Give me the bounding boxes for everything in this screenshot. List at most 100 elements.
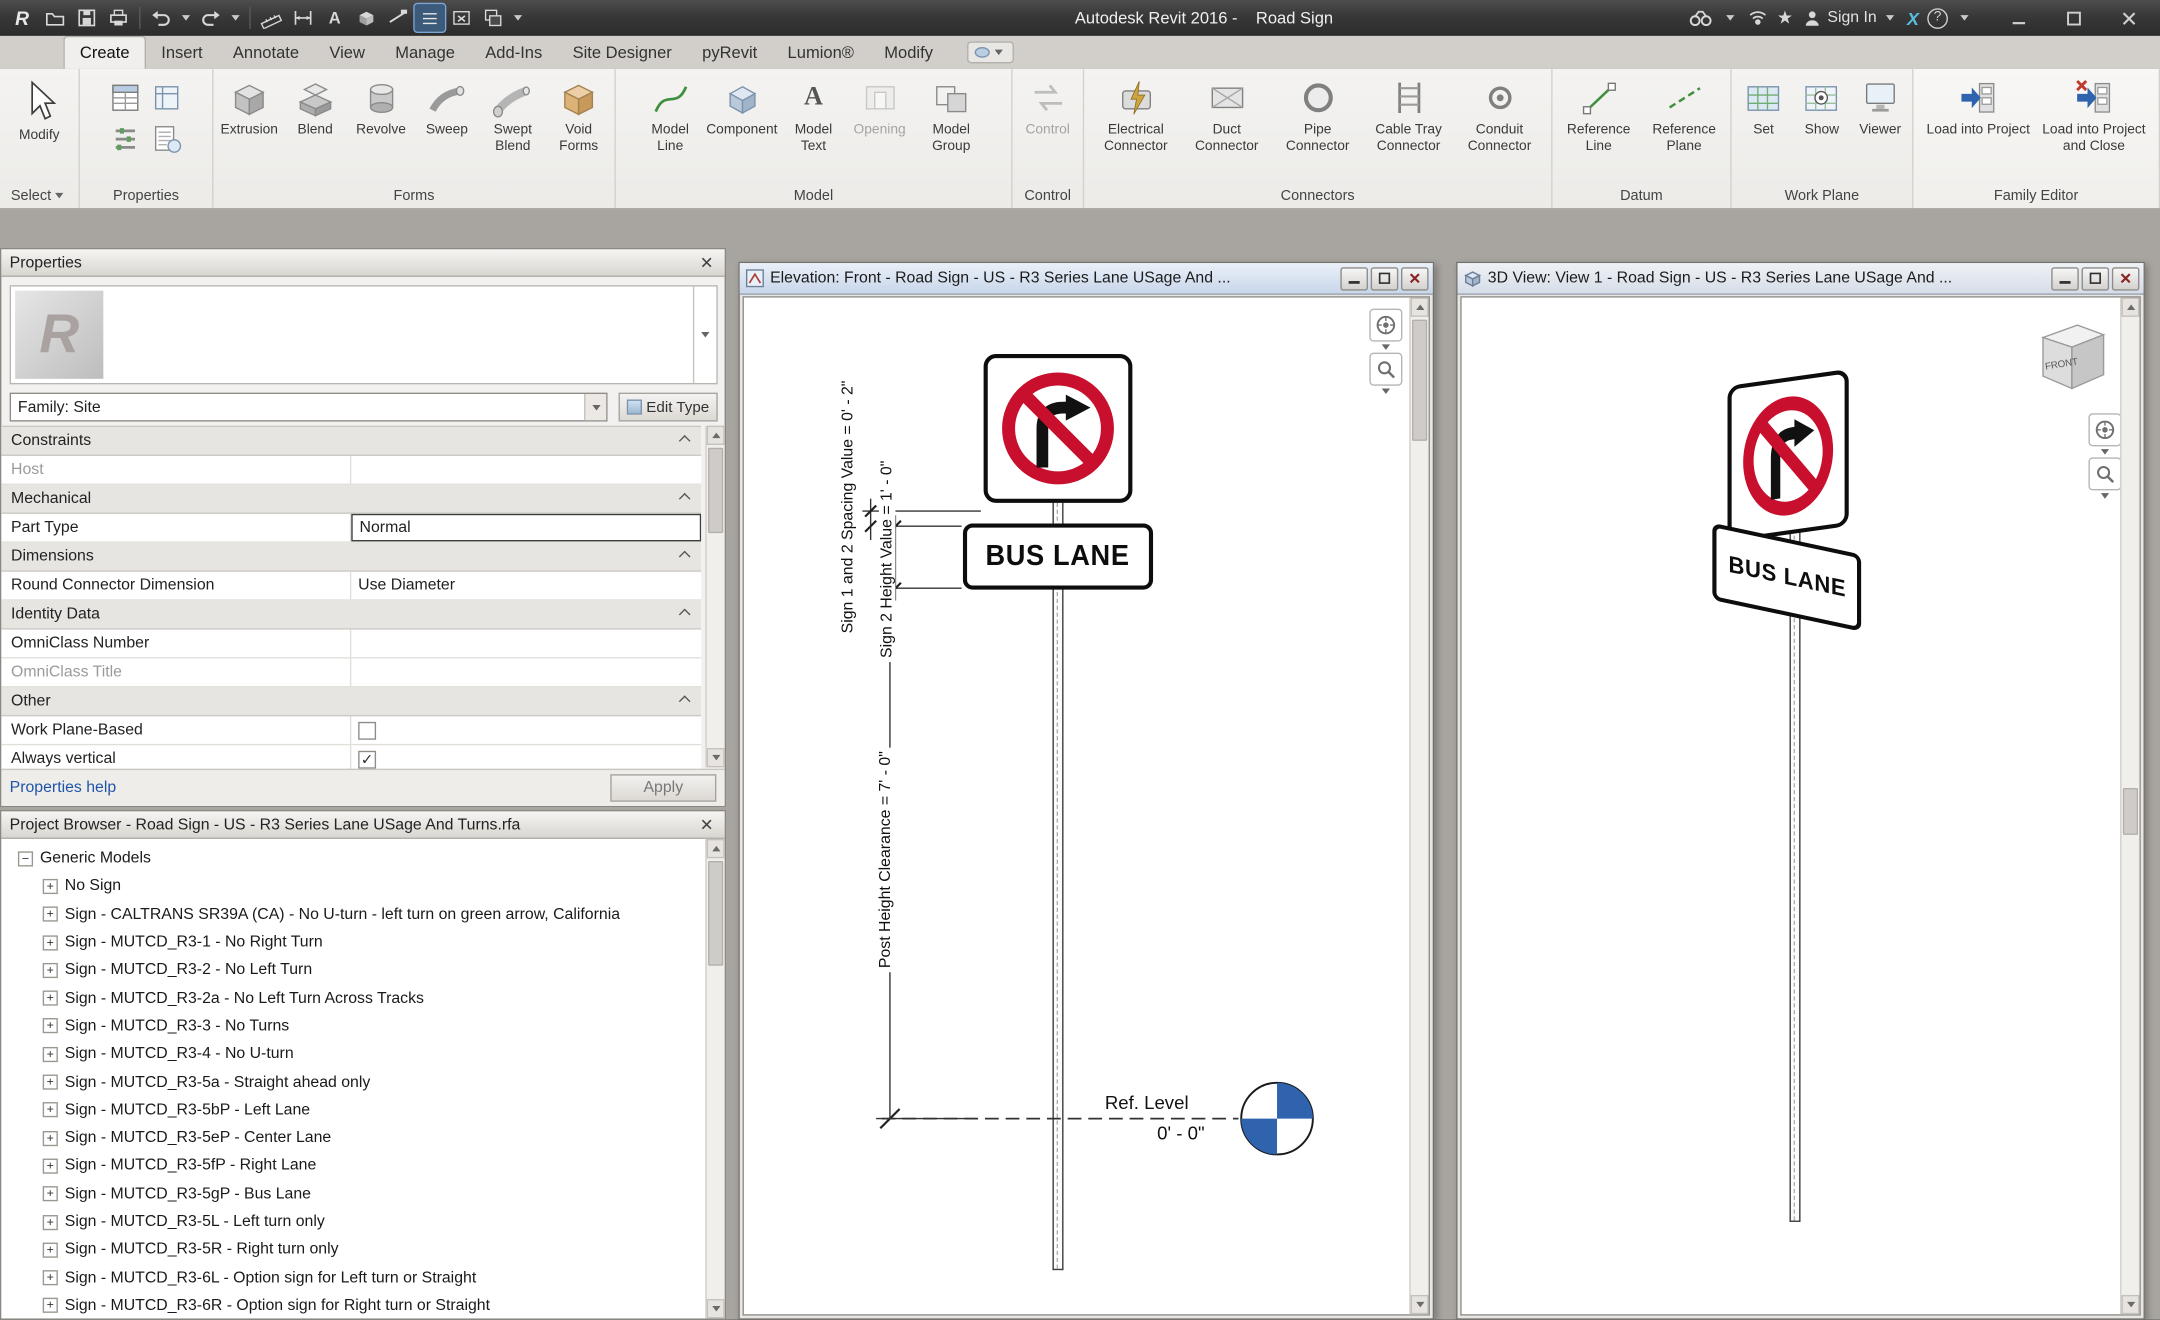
- open-icon[interactable]: [40, 4, 70, 32]
- zoom-button[interactable]: [2088, 457, 2122, 491]
- favorites-star-icon[interactable]: ★: [1777, 4, 1793, 32]
- save-icon[interactable]: [72, 4, 102, 32]
- scroll-up-button[interactable]: [706, 838, 725, 859]
- elevation-window-titlebar[interactable]: Elevation: Front - Road Sign - US - R3 S…: [739, 263, 1433, 295]
- scroll-down-button[interactable]: [706, 748, 725, 768]
- reference-plane-button[interactable]: Reference Plane: [1643, 73, 1726, 180]
- tree-item[interactable]: Sign - MUTCD_R3-3 - No Turns: [1, 1012, 705, 1040]
- expand-icon[interactable]: [42, 1298, 58, 1314]
- close-icon[interactable]: [697, 254, 716, 271]
- expand-icon[interactable]: [42, 878, 58, 894]
- elevation-canvas[interactable]: BUS LANE Sign 1 and 2 Spacing Value = 0'…: [742, 296, 1430, 1316]
- family-filter-caret[interactable]: [584, 393, 607, 421]
- properties-scrollbar[interactable]: [705, 425, 725, 768]
- properties-help-link[interactable]: Properties help: [10, 780, 117, 797]
- modify-button[interactable]: Modify: [4, 73, 74, 180]
- void-forms-button[interactable]: Void Forms: [547, 73, 610, 180]
- model-line-button[interactable]: Model Line: [639, 73, 702, 180]
- component-button[interactable]: Component: [705, 73, 779, 180]
- family-types-icon[interactable]: [107, 121, 143, 157]
- duct-connector-button[interactable]: Duct Connector: [1183, 73, 1271, 180]
- scroll-up-button[interactable]: [706, 425, 725, 445]
- section-row-dimensions[interactable]: Dimensions: [1, 542, 702, 572]
- view-3d-canvas[interactable]: BUS LANE FRONT: [1460, 296, 2141, 1316]
- scroll-down-button[interactable]: [2121, 1294, 2140, 1315]
- family-category-icon[interactable]: [149, 80, 185, 116]
- tab-add-ins[interactable]: Add-Ins: [470, 37, 557, 69]
- panel-label-model[interactable]: Model: [616, 183, 1011, 208]
- tree-item[interactable]: Sign - MUTCD_R3-2 - No Left Turn: [1, 956, 705, 984]
- minimize-button[interactable]: [2051, 266, 2079, 290]
- tab-site-designer[interactable]: Site Designer: [557, 37, 687, 69]
- default-3d-view-icon[interactable]: [351, 4, 381, 32]
- tree-item[interactable]: Sign - MUTCD_R3-4 - No U-turn: [1, 1040, 705, 1068]
- print-icon[interactable]: [103, 4, 133, 32]
- work-plane-based-checkbox[interactable]: [358, 721, 377, 740]
- section-row-identity-data[interactable]: Identity Data: [1, 600, 702, 630]
- close-button[interactable]: [2111, 266, 2140, 290]
- search-dropdown-caret[interactable]: [1725, 15, 1735, 21]
- exchange-apps-icon[interactable]: X: [1907, 4, 1919, 32]
- cable-tray-connector-button[interactable]: Cable Tray Connector: [1365, 73, 1453, 180]
- tab-annotate[interactable]: Annotate: [218, 37, 314, 69]
- scrollbar-thumb[interactable]: [708, 447, 724, 534]
- expand-icon[interactable]: [42, 1242, 58, 1258]
- panel-label-datum[interactable]: Datum: [1553, 183, 1731, 208]
- tree-item[interactable]: Sign - MUTCD_R3-5fP - Right Lane: [1, 1152, 705, 1180]
- close-hidden-windows-icon[interactable]: [446, 4, 476, 32]
- model-text-button[interactable]: A Model Text: [782, 73, 845, 180]
- family-parameters-icon[interactable]: [149, 121, 185, 157]
- section-row-constraints[interactable]: Constraints: [1, 427, 702, 456]
- steering-wheel-button[interactable]: [1369, 308, 1403, 342]
- aligned-dimension-icon[interactable]: [288, 4, 318, 32]
- redo-dropdown-caret[interactable]: [231, 15, 240, 21]
- swept-blend-button[interactable]: Swept Blend: [481, 73, 544, 180]
- elevation-scrollbar[interactable]: [1409, 297, 1429, 1315]
- section-row-mechanical[interactable]: Mechanical: [1, 484, 702, 514]
- expand-icon[interactable]: [42, 1102, 58, 1118]
- load-into-project-and-close-button[interactable]: Load into Project and Close: [2037, 73, 2150, 180]
- model-group-button[interactable]: Model Group: [914, 73, 988, 180]
- close-window-icon[interactable]: [2110, 4, 2146, 32]
- electrical-connector-button[interactable]: Electrical Connector: [1092, 73, 1180, 180]
- zoom-dropdown-caret[interactable]: [1381, 388, 1390, 394]
- omniclass-title-value[interactable]: [351, 658, 701, 686]
- expand-icon[interactable]: [42, 1214, 58, 1230]
- expand-icon[interactable]: [42, 934, 58, 950]
- collapse-expander-icon[interactable]: [17, 850, 34, 867]
- expand-icon[interactable]: [42, 1158, 58, 1174]
- search-icon[interactable]: [1687, 4, 1713, 32]
- tab-lumion[interactable]: Lumion®: [772, 37, 869, 69]
- maximize-window-icon[interactable]: [2055, 4, 2091, 32]
- scroll-up-button[interactable]: [2121, 297, 2140, 317]
- maximize-button[interactable]: [1370, 266, 1399, 290]
- sweep-button[interactable]: Sweep: [415, 73, 478, 180]
- omniclass-number-value[interactable]: [351, 630, 701, 658]
- help-dropdown-caret[interactable]: [1960, 15, 1969, 21]
- panel-label-control[interactable]: Control: [1013, 183, 1083, 208]
- tree-item[interactable]: Sign - MUTCD_R3-5gP - Bus Lane: [1, 1180, 705, 1208]
- expand-icon[interactable]: [42, 1270, 58, 1286]
- thin-lines-icon[interactable]: [413, 2, 447, 34]
- apply-button[interactable]: Apply: [610, 774, 717, 802]
- view-3d-scrollbar[interactable]: [2120, 297, 2140, 1315]
- title-bar[interactable]: R A Autodesk Revit 2016 - Road Sign ★ Si…: [0, 0, 2160, 36]
- blend-button[interactable]: Blend: [284, 73, 347, 180]
- wheel-dropdown-caret[interactable]: [2100, 449, 2110, 455]
- panel-label-family-editor[interactable]: Family Editor: [1913, 183, 2158, 208]
- extrusion-button[interactable]: Extrusion: [218, 73, 281, 180]
- expand-icon[interactable]: [42, 1074, 58, 1090]
- tab-create[interactable]: Create: [63, 35, 147, 69]
- scroll-up-button[interactable]: [1410, 297, 1429, 317]
- scrollbar-thumb[interactable]: [1412, 319, 1428, 441]
- pipe-connector-button[interactable]: Pipe Connector: [1274, 73, 1362, 180]
- panel-label-properties[interactable]: Properties: [80, 183, 212, 208]
- no-right-turn-sign[interactable]: [983, 354, 1133, 503]
- zoom-dropdown-caret[interactable]: [2100, 493, 2110, 499]
- expand-icon[interactable]: [42, 990, 58, 1006]
- round-connector-dimension-value[interactable]: Use Diameter: [351, 572, 701, 600]
- section-row-other[interactable]: Other: [1, 687, 702, 717]
- zoom-button[interactable]: [1369, 352, 1403, 386]
- steering-wheel-button[interactable]: [2088, 413, 2122, 447]
- panel-label-connectors[interactable]: Connectors: [1084, 183, 1551, 208]
